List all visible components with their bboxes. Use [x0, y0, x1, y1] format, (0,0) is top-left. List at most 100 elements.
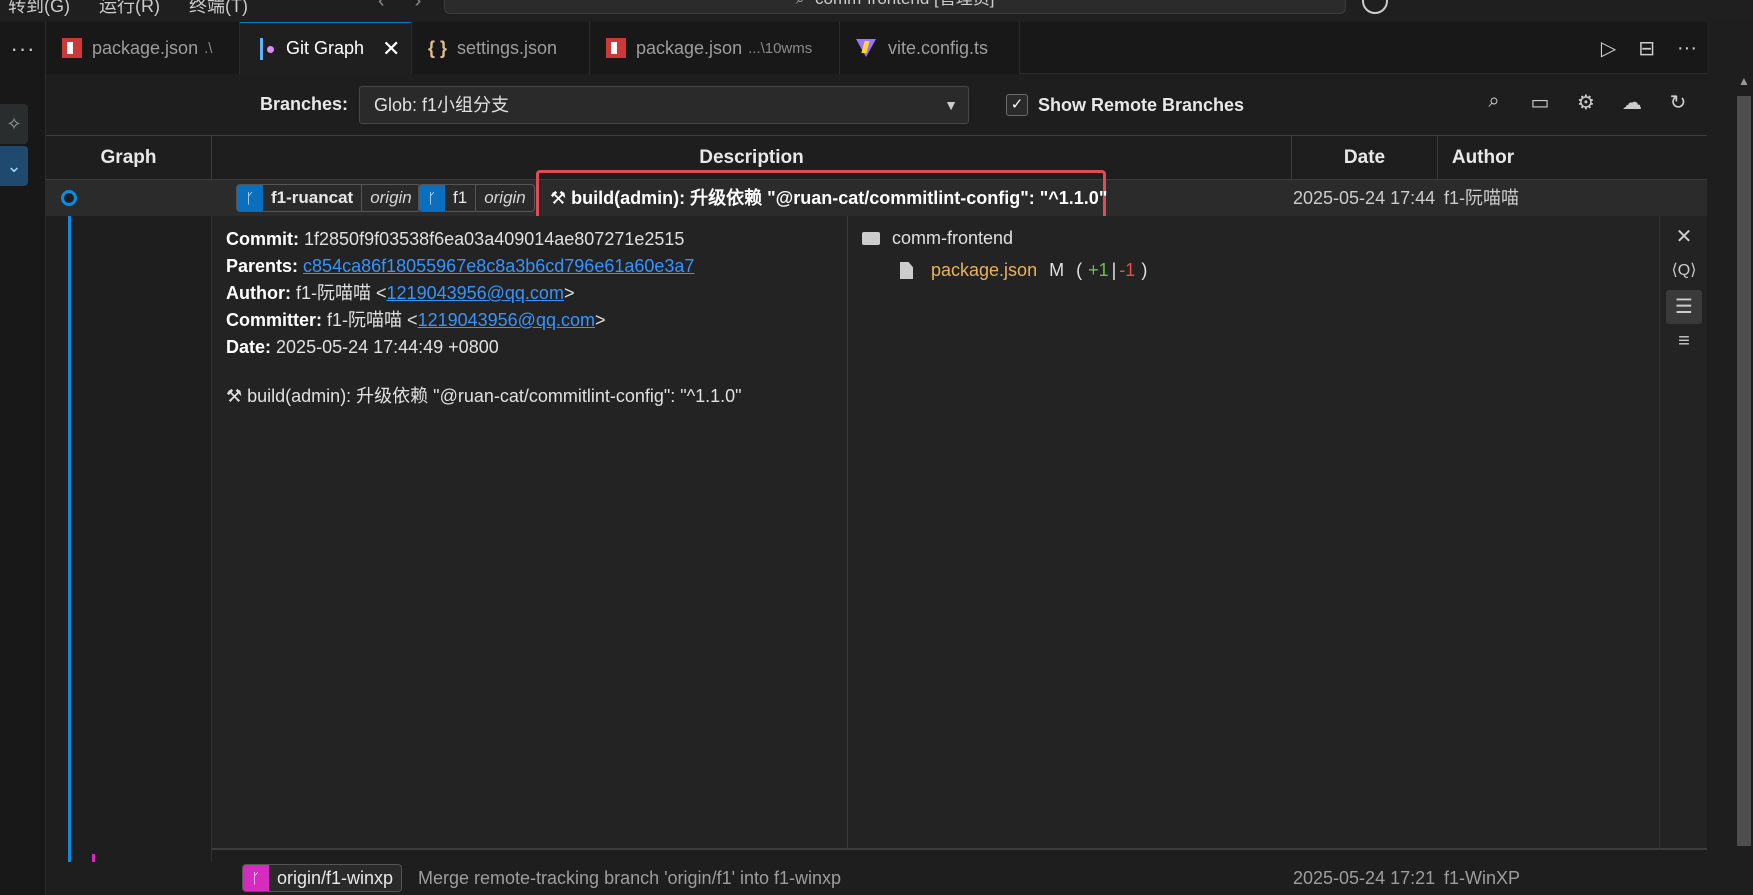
split-editor-icon[interactable]: ⊟: [1638, 36, 1655, 61]
toolbar-icons: ⌕ ▭ ⚙ ☁ ↻: [1481, 90, 1691, 115]
vertical-scrollbar[interactable]: ▲: [1733, 74, 1753, 895]
close-paren: ): [1141, 260, 1148, 280]
commit-details-view: Commit: 1f2850f9f03538f6ea03a409014ae807…: [212, 216, 1707, 850]
close-icon[interactable]: ✕: [1666, 220, 1702, 254]
commit-message: ⚒ build(admin): 升级依赖 "@ruan-cat/commitli…: [550, 184, 1107, 212]
ref-remote[interactable]: origin: [475, 185, 534, 211]
email-close: >: [594, 310, 606, 330]
tree-view-icon[interactable]: ☰: [1666, 290, 1702, 324]
tab-git-graph[interactable]: Git Graph ✕: [240, 22, 412, 74]
branch-line: [68, 198, 71, 895]
commit-label: Commit:: [226, 229, 299, 249]
graph-column: [46, 180, 212, 895]
scroll-thumb[interactable]: [1737, 96, 1751, 846]
menu-run[interactable]: 运行(R): [99, 0, 160, 16]
nav-arrows[interactable]: ‹›: [378, 0, 451, 13]
header-author[interactable]: Author: [1438, 136, 1528, 180]
menu-bar: 转到(G) 运行(R) 终端(T): [8, 0, 272, 18]
scroll-up-icon[interactable]: ▲: [1737, 74, 1751, 92]
gear-icon[interactable]: ⚙: [1573, 90, 1599, 115]
tab-package-json-wms[interactable]: package.json ...\10wms: [590, 22, 840, 74]
dropdown-arrow-icon: ▼: [944, 97, 958, 113]
ref-name: origin/f1-winxp: [269, 865, 402, 891]
tab-package-json-root[interactable]: package.json .\: [46, 22, 240, 74]
list-view-icon[interactable]: ≡: [1666, 324, 1702, 358]
tab-label: package.json: [636, 37, 743, 58]
checkbox-checked-icon[interactable]: ✓: [1006, 94, 1028, 116]
additions-count: +1: [1088, 260, 1109, 280]
tab-settings-json[interactable]: { } settings.json: [412, 22, 590, 74]
braces-icon: { }: [428, 37, 448, 58]
detail-message-text: build(admin): 升级依赖 "@ruan-cat/commitlint…: [247, 386, 742, 406]
branches-label: Branches:: [260, 94, 349, 114]
parents-label: Parents:: [226, 256, 299, 276]
fetch-cloud-icon[interactable]: ☁: [1619, 90, 1645, 115]
more-icon[interactable]: ···: [0, 36, 46, 62]
commit-summary: Commit: 1f2850f9f03538f6ea03a409014ae807…: [212, 216, 848, 850]
header-graph[interactable]: Graph: [46, 136, 212, 180]
branch-icon: ᚴ: [237, 185, 263, 211]
chevron-down-icon[interactable]: ⌄: [0, 146, 28, 186]
tab-label: settings.json: [457, 37, 558, 58]
folder-item[interactable]: comm-frontend: [862, 228, 1013, 249]
git-graph-panel: Branches: Glob: f1小组分支 ▼ ✓ Show Remote B…: [46, 74, 1707, 895]
diff-separator: |: [1111, 260, 1117, 280]
editor-tab-bar: package.json .\ Git Graph ✕ { } settings…: [46, 22, 1707, 74]
terminal-icon[interactable]: ▭: [1527, 90, 1553, 115]
date-value: 2025-05-24 17:44:49 +0800: [276, 337, 499, 357]
tab-vite-config[interactable]: vite.config.ts: [840, 22, 1020, 74]
controls-bar: Branches: Glob: f1小组分支 ▼ ✓ Show Remote B…: [46, 74, 1707, 136]
author-email-link[interactable]: 1219043956@qq.com: [387, 283, 564, 303]
parent-hash-link[interactable]: c854ca86f18055967e8c8a3b6cd796e61a60e3a7: [303, 256, 694, 276]
more-actions-icon[interactable]: ···: [1677, 37, 1697, 60]
branch-ref-f1[interactable]: ᚴ f1 origin: [418, 184, 535, 212]
committer-email-link[interactable]: 1219043956@qq.com: [418, 310, 595, 330]
folder-icon: [862, 232, 880, 245]
commit-author: f1-WinXP: [1444, 868, 1521, 888]
ref-remote[interactable]: origin: [361, 185, 420, 211]
commit-row[interactable]: ᚴ origin/f1-winxp Merge remote-tracking …: [46, 862, 1707, 895]
committer-label: Committer:: [226, 310, 323, 330]
copilot-icon[interactable]: [1362, 0, 1388, 14]
refresh-icon[interactable]: ↻: [1665, 90, 1691, 115]
search-icon[interactable]: ⌕: [1481, 90, 1507, 115]
ref-name: f1-ruancat: [263, 185, 362, 211]
hammer-icon: ⚒: [226, 386, 248, 406]
activity-bar: ··· ✧ ⌄: [0, 22, 46, 895]
commit-date: 2025-05-24 17:44: [1293, 188, 1436, 208]
selected-commit-row[interactable]: ᚴ f1-ruancat origin ᚴ f1 origin ⚒ build(…: [46, 170, 1707, 222]
search-icon: ⌕: [795, 0, 805, 8]
branch-icon: ᚴ: [419, 185, 445, 211]
file-item[interactable]: package.json M ( +1 | -1 ): [900, 260, 1147, 281]
editor-actions: ▷ ⊟ ···: [1601, 22, 1697, 74]
branches-value: Glob: f1小组分支: [374, 95, 510, 115]
menu-goto[interactable]: 转到(G): [8, 0, 70, 16]
detail-commit-message: ⚒ build(admin): 升级依赖 "@ruan-cat/commitli…: [226, 383, 847, 410]
npm-icon: [62, 38, 82, 58]
branch-ref-origin-f1-winxp[interactable]: ᚴ origin/f1-winxp: [242, 864, 403, 892]
menu-terminal[interactable]: 终端(T): [189, 0, 248, 16]
header-date[interactable]: Date: [1292, 136, 1438, 180]
git-graph-icon: [256, 36, 276, 62]
details-side-toolbar: ✕ ⟨Q⟩ ☰ ≡: [1659, 216, 1707, 850]
file-name[interactable]: package.json: [931, 260, 1037, 281]
tab-description: .\: [204, 39, 213, 57]
file-icon: [900, 262, 913, 279]
branches-dropdown[interactable]: Glob: f1小组分支 ▼: [359, 86, 969, 124]
author-label: Author:: [226, 283, 291, 303]
command-center[interactable]: ⌕ comm-frontend [管理员]: [444, 0, 1346, 14]
branch-ref-f1-ruancat[interactable]: ᚴ f1-ruancat origin: [236, 184, 421, 212]
npm-icon: [606, 38, 626, 58]
show-remote-label: Show Remote Branches: [1038, 94, 1245, 115]
date-label: Date:: [226, 337, 272, 357]
run-icon[interactable]: ▷: [1601, 36, 1616, 61]
branch-icon: ᚴ: [243, 865, 269, 891]
sparkle-icon[interactable]: ✧: [0, 104, 28, 144]
close-icon[interactable]: ✕: [382, 36, 400, 62]
code-review-icon[interactable]: ⟨Q⟩: [1666, 254, 1702, 288]
date-line: Date: 2025-05-24 17:44:49 +0800: [226, 334, 847, 361]
author-line: Author: f1-阮喵喵 <1219043956@qq.com>: [226, 280, 847, 307]
show-remote-branches-toggle[interactable]: ✓ Show Remote Branches: [1006, 94, 1244, 116]
folder-name: comm-frontend: [892, 228, 1014, 248]
commit-message-text: build(admin): 升级依赖 "@ruan-cat/commitlint…: [571, 188, 1108, 208]
